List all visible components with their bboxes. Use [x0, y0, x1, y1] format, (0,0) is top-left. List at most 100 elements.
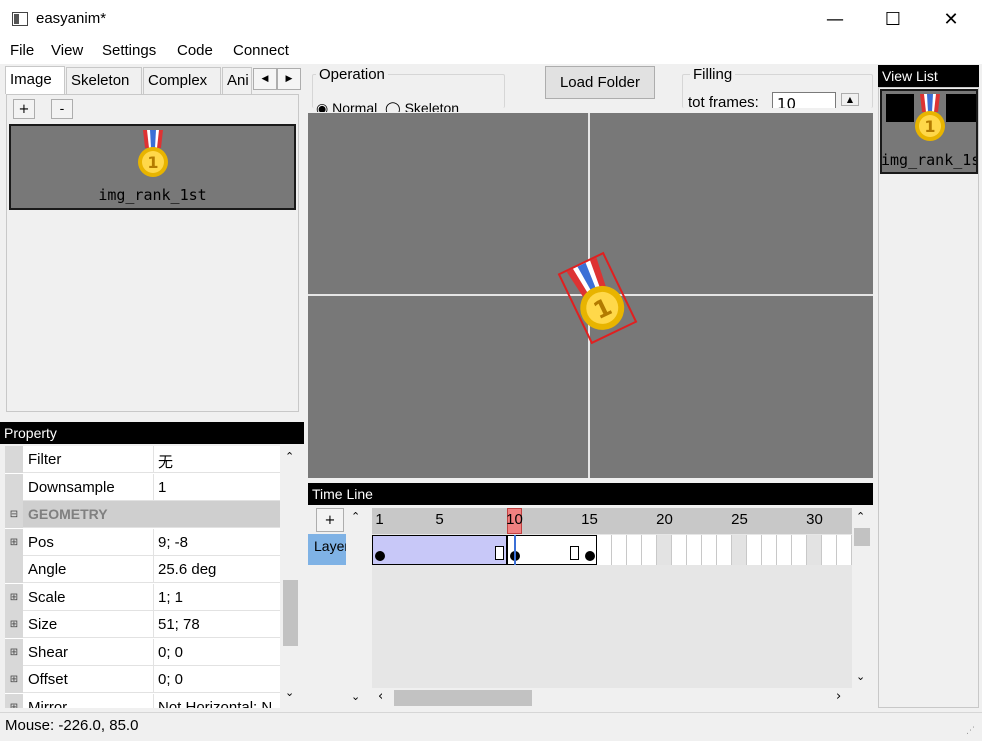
frame-cell[interactable]: [672, 535, 687, 565]
radio-skeleton[interactable]: ◯ Skeleton: [385, 100, 459, 112]
expand-icon[interactable]: ⊞: [5, 583, 23, 611]
add-layer-button[interactable]: +: [316, 508, 344, 532]
frame-cell[interactable]: [807, 535, 822, 565]
frame-cell[interactable]: [717, 535, 732, 565]
property-value[interactable]: 0; 0: [158, 644, 183, 661]
property-row[interactable]: ⊞ Mirror Not Horizontal; N: [5, 693, 280, 709]
property-value[interactable]: 25.6 deg: [158, 561, 216, 578]
view-list-item[interactable]: 1 img_rank_1st: [880, 89, 978, 174]
expand-icon[interactable]: ⊞: [5, 638, 23, 666]
ruler-tick-label: 20: [656, 511, 673, 528]
property-row[interactable]: ⊞ Shear 0; 0: [5, 638, 280, 666]
image-list-item[interactable]: 1 img_rank_1st: [9, 124, 296, 210]
menu-view[interactable]: View: [51, 42, 83, 59]
layer-row[interactable]: Layer: [308, 534, 346, 565]
row-gutter: [5, 473, 23, 501]
playhead[interactable]: [514, 535, 516, 565]
property-row[interactable]: ⊞ Scale 1; 1: [5, 583, 280, 611]
resize-grip-icon[interactable]: ⋰: [966, 726, 975, 736]
expand-icon[interactable]: ⊞: [5, 693, 23, 708]
tab-scroll-left-button[interactable]: ◀: [253, 68, 277, 90]
expand-icon[interactable]: ⊞: [5, 666, 23, 693]
collapse-icon[interactable]: ⊟: [5, 501, 23, 528]
tot-frames-input[interactable]: 10: [772, 92, 836, 108]
frame-cell[interactable]: [777, 535, 792, 565]
chevron-down-icon: ⌄: [856, 670, 866, 683]
property-value[interactable]: 51; 78: [158, 616, 200, 633]
timeline-hscroll-thumb[interactable]: [394, 690, 532, 706]
radio-normal[interactable]: ◉ Normal: [316, 100, 377, 112]
frame-cell[interactable]: [687, 535, 702, 565]
property-row[interactable]: Filter 无: [5, 446, 280, 473]
load-folder-button[interactable]: Load Folder: [545, 66, 655, 99]
frame-cell[interactable]: [642, 535, 657, 565]
minimize-button[interactable]: —: [806, 0, 864, 38]
tween-span-2[interactable]: [507, 535, 597, 565]
remove-image-button[interactable]: -: [51, 99, 73, 119]
maximize-button[interactable]: ☐: [864, 0, 922, 38]
property-scroll-thumb[interactable]: [283, 580, 298, 646]
tab-image[interactable]: Image: [5, 66, 65, 94]
chevron-up-icon: ⌃: [351, 510, 361, 523]
row-gutter: [5, 446, 23, 473]
close-button[interactable]: ✕: [922, 0, 980, 38]
tab-animation[interactable]: Ani: [222, 67, 252, 94]
keyframe-dot[interactable]: [374, 551, 385, 561]
tab-complex[interactable]: Complex: [143, 67, 221, 94]
frame-cell[interactable]: [792, 535, 807, 565]
property-scrollbar[interactable]: ⌃ ⌄: [281, 446, 300, 708]
selected-sprite[interactable]: 1: [557, 251, 638, 345]
menu-settings[interactable]: Settings: [102, 42, 156, 59]
property-row[interactable]: Angle 25.6 deg: [5, 556, 280, 583]
layer-scrollbar[interactable]: ⌃ ⌄: [347, 508, 367, 708]
expand-icon[interactable]: ⊞: [5, 528, 23, 556]
frame-cell[interactable]: [822, 535, 837, 565]
property-row[interactable]: ⊞ Offset 0; 0: [5, 666, 280, 693]
column-separator: [153, 528, 154, 556]
stage-canvas[interactable]: 1: [308, 113, 873, 478]
tab-skeleton[interactable]: Skeleton: [66, 67, 142, 94]
property-row[interactable]: ⊞ Pos 9; -8: [5, 528, 280, 556]
frame-cell[interactable]: [627, 535, 642, 565]
expand-icon[interactable]: ⊞: [5, 611, 23, 638]
timeline-hscroll[interactable]: ‹ ›: [372, 688, 852, 708]
svg-text:1: 1: [147, 153, 158, 172]
frame-cell[interactable]: [762, 535, 777, 565]
property-value[interactable]: Not Horizontal; N: [158, 699, 272, 709]
keyframe-dot[interactable]: [584, 551, 595, 561]
timeline-vscroll-thumb[interactable]: [854, 528, 870, 546]
arrow-left-icon: ◀: [261, 74, 269, 84]
add-image-button[interactable]: +: [13, 99, 35, 119]
menu-file[interactable]: File: [10, 42, 34, 59]
timeline-vscroll[interactable]: ⌃ ⌄: [852, 508, 872, 688]
medal-icon: 1: [138, 130, 168, 177]
property-value[interactable]: 1: [158, 479, 166, 496]
property-value[interactable]: 9; -8: [158, 534, 188, 551]
view-list-item-label: img_rank_1st: [881, 151, 976, 169]
property-group-geometry[interactable]: ⊟ GEOMETRY: [5, 501, 280, 528]
tab-scroll-right-button[interactable]: ▶: [277, 68, 301, 90]
property-value[interactable]: 1; 1: [158, 589, 183, 606]
frame-cell[interactable]: [702, 535, 717, 565]
timeline-ruler[interactable]: 1 5 10 15 20 25 30: [372, 508, 852, 534]
frame-cell[interactable]: [612, 535, 627, 565]
menu-code[interactable]: Code: [177, 42, 213, 59]
frame-cell[interactable]: [657, 535, 672, 565]
tween-span-1[interactable]: [372, 535, 507, 565]
property-key: Shear: [28, 643, 69, 661]
operation-options: ◉ Normal ◯ Skeleton: [316, 100, 504, 112]
frame-cell[interactable]: [732, 535, 747, 565]
tot-frames-up-button[interactable]: ▲: [841, 93, 859, 106]
frame-cell[interactable]: [747, 535, 762, 565]
frame-track[interactable]: [372, 535, 852, 566]
column-separator: [153, 446, 154, 473]
frame-cell[interactable]: [597, 535, 612, 565]
property-value[interactable]: 无: [158, 451, 173, 472]
property-row[interactable]: Downsample 1: [5, 473, 280, 501]
property-row[interactable]: ⊞ Size 51; 78: [5, 611, 280, 638]
medal-icon: 1: [915, 94, 945, 141]
menu-connect[interactable]: Connect: [233, 42, 289, 59]
property-key: Downsample: [28, 478, 115, 496]
frame-cell[interactable]: [837, 535, 852, 565]
property-value[interactable]: 0; 0: [158, 671, 183, 688]
